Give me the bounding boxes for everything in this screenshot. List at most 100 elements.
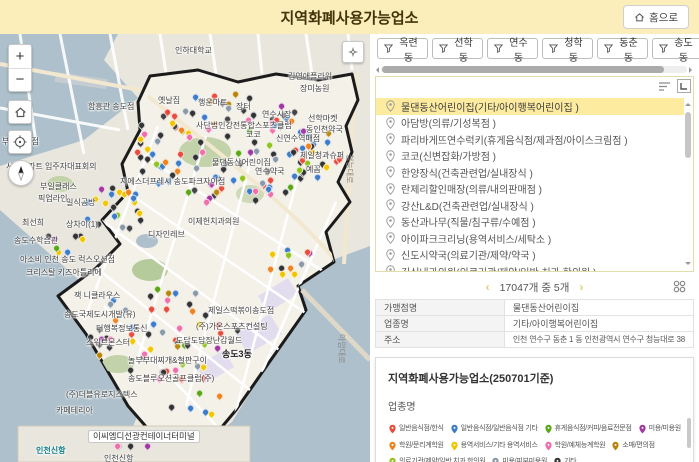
filter-icon (549, 44, 558, 53)
home-button-label: 홈으로 (649, 10, 678, 25)
legend-items: 일반음식점/한식 일반음식점/일반음식점 기타 휴게음식점/커피/음료전문점 미용/미… (388, 423, 681, 462)
pin-icon (386, 183, 395, 195)
legend-item: 용역서비스/기타 용역서비스 (450, 440, 538, 452)
horizontal-scrollbar[interactable] (373, 65, 695, 74)
legend-item: 소매/편의점 (611, 440, 654, 452)
category-pin-icon (545, 425, 552, 434)
store-row-label: 물댄동산어린이집(기타/아이행복어린이집 ) (401, 99, 579, 114)
store-row[interactable]: 파리바게뜨연수럭키(휴게음식점/제과점/아이스크림점 ) (376, 131, 684, 148)
zoom-out-button[interactable]: − (9, 68, 31, 91)
header: 지역화폐사용가능업소 홈으로 (0, 0, 699, 34)
zoom-in-button[interactable]: + (9, 45, 31, 68)
store-row-label: 파리바게뜨연수럭키(휴게음식점/제과점/아이스크림점 ) (401, 132, 628, 147)
pin-icon (386, 100, 395, 112)
district-tab-5[interactable]: 송도동 (652, 38, 699, 59)
pin-icon (386, 265, 395, 272)
store-row[interactable]: 신도시약국(의료기관/제약/약국 ) (376, 247, 684, 264)
district-tab-4[interactable]: 동춘동 (597, 38, 648, 59)
legend-item-label: 학원/문리계학원 (399, 440, 444, 452)
side-panel: 옥련동선학동연수동청학동동춘동송도동 물댄동산어린이집(기타/아이행복어린이집 … (370, 34, 699, 462)
scroll-right-icon[interactable] (689, 67, 695, 73)
map-home-button[interactable] (8, 100, 32, 124)
store-row[interactable]: 김신내과의원(의료기관/제약/일반 치과 한의원 ) (376, 263, 684, 272)
detail-label: 가맹점명 (376, 300, 505, 316)
district-tab-1[interactable]: 선학동 (432, 38, 483, 59)
home-button[interactable]: 홈으로 (623, 5, 689, 29)
filter-icon (659, 44, 668, 53)
scroll-up-icon[interactable] (685, 100, 691, 106)
legend-item-label: 용역서비스/기타 용역서비스 (461, 440, 538, 452)
store-row[interactable]: 물댄동산어린이집(기타/아이행복어린이집 ) (376, 98, 684, 115)
compass-control[interactable] (8, 160, 34, 186)
category-pin-icon (639, 425, 646, 434)
district-tab-0[interactable]: 옥련동 (377, 38, 428, 59)
legend-item: 기타 (553, 456, 576, 462)
legend-card: 지역화폐사용가능업소(250701기준) 업종명 일반음식점/한식일반음식점/일… (375, 357, 694, 462)
map-canvas[interactable]: 부두운영점인하대학교함흥관 송도점옛날집행운마트장터김영애플라워장미농원연수시장… (0, 34, 370, 462)
filter-icon (494, 44, 503, 53)
pin-icon (386, 232, 395, 244)
pin-icon (386, 249, 395, 261)
pin-icon (386, 150, 395, 162)
sort-icon[interactable] (658, 81, 672, 92)
locate-button[interactable] (8, 130, 32, 154)
prev-page-button[interactable]: ‹ (486, 281, 490, 293)
map-tool-button[interactable] (342, 41, 364, 63)
store-row[interactable]: 아이파크크리닝(용역서비스/세탁소 ) (376, 230, 684, 247)
zoom-control: + − (8, 44, 32, 92)
store-row-label: 아이파크크리닝(용역서비스/세탁소 ) (401, 231, 551, 246)
category-pin-icon (389, 458, 396, 462)
detail-row: 업종명기타/아이행복어린이집 (376, 316, 694, 332)
pin-icon (386, 216, 395, 228)
legend-item-label: 일반음식점/일반음식점 기타 (461, 423, 538, 435)
category-pin-icon (451, 425, 458, 434)
store-row[interactable]: 한양장식(건축관련업/실내장식 ) (376, 164, 684, 181)
legend-item-label: 미용/피부미용원 (502, 456, 547, 462)
legend-item: 미용/미용원 (638, 423, 681, 435)
legend-item: 일반음식점/일반음식점 기타 (450, 423, 538, 435)
store-row[interactable]: 코코(신변잡화/가방점 ) (376, 148, 684, 165)
store-row-label: 김신내과의원(의료기관/제약/일반 치과 한의원 ) (401, 264, 596, 272)
store-row[interactable]: 아담방(의류/기성복점 ) (376, 115, 684, 132)
store-row-label: 한양장식(건축관련업/실내장식 ) (401, 165, 533, 180)
legend-item: 휴게음식점/커피/음료전문점 (544, 423, 632, 435)
legend-item: 일반음식점/한식 (388, 423, 444, 435)
store-row-label: 아담방(의류/기성복점 ) (401, 115, 496, 130)
hscroll-thumb[interactable] (382, 66, 664, 73)
legend-item-label: 의료기관/제약/일반 치과 한의원 (399, 456, 485, 462)
filter-icon (604, 44, 613, 53)
category-pin-icon (389, 425, 396, 434)
store-detail-table: 가맹점명물댄동산어린이집업종명기타/아이행복어린이집주소인천 연수구 동춘 1 … (375, 299, 694, 348)
district-tab-3[interactable]: 청학동 (542, 38, 593, 59)
next-page-button[interactable]: › (579, 281, 583, 293)
store-row[interactable]: 란제리할인매장(의류/내의판매점 ) (376, 181, 684, 198)
legend-item: 학원/문리계학원 (388, 440, 444, 452)
detail-value: 기타/아이행복어린이집 (504, 316, 693, 332)
home-icon (634, 12, 645, 23)
filter-icon (439, 44, 448, 53)
legend-title: 지역화폐사용가능업소(250701기준) (388, 370, 681, 386)
legend-scrollbar-thumb[interactable] (687, 418, 691, 448)
legend-item-label: 기타 (564, 456, 576, 462)
detail-label: 주소 (376, 332, 505, 348)
pagination: ‹ 17047개 중 5개 › (375, 279, 694, 295)
detail-row: 주소인천 연수구 동춘 1 동 인천광역시 연수구 청능대로 38 (376, 332, 694, 348)
store-row[interactable]: 동산과나무(직물/침구류/수예점 ) (376, 214, 684, 231)
scroll-down-icon[interactable] (685, 262, 691, 268)
district-tab-2[interactable]: 연수동 (487, 38, 538, 59)
vscroll-thumb[interactable] (685, 112, 691, 158)
view-grid-icon[interactable] (673, 280, 686, 293)
expand-icon[interactable] (677, 79, 691, 93)
vertical-scrollbar[interactable] (685, 98, 692, 270)
legend-item-label: 미용/미용원 (649, 423, 681, 435)
scroll-left-icon[interactable] (373, 67, 379, 73)
legend-item-label: 학원/예체능계학원 (555, 440, 606, 452)
pagination-summary: 17047개 중 5개 (500, 280, 570, 295)
pin-icon (386, 166, 395, 178)
store-row[interactable]: 강산L&D(건축관련업/실내장식 ) (376, 197, 684, 214)
hscroll-track[interactable] (381, 66, 687, 73)
detail-value: 물댄동산어린이집 (504, 300, 693, 316)
tab-label: 옥련동 (396, 34, 421, 64)
category-pin-icon (554, 458, 561, 462)
filter-icon (384, 44, 393, 53)
